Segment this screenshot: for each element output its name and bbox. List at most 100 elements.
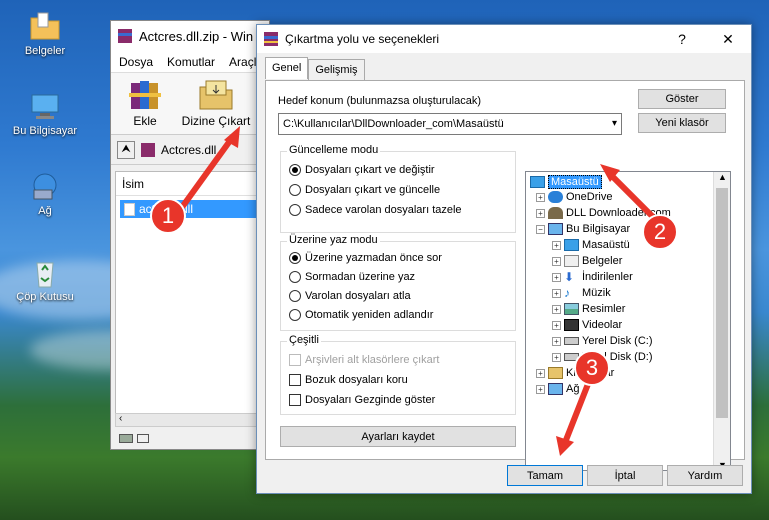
radio[interactable] bbox=[289, 204, 301, 216]
up-folder-icon[interactable]: ⮝ bbox=[117, 140, 135, 159]
expand-toggle[interactable]: + bbox=[552, 256, 561, 266]
archive-path[interactable]: Actcres.dll. bbox=[161, 143, 220, 157]
option-label: Sormadan üzerine yaz bbox=[305, 271, 416, 283]
tree-node-drive-c[interactable]: + Yerel Disk (C:) bbox=[552, 335, 653, 347]
tree-node-desktop-root[interactable]: Masaüstü bbox=[530, 175, 602, 189]
desktop-icon-recycle-bin[interactable]: Çöp Kutusu bbox=[10, 258, 80, 303]
expand-toggle[interactable]: + bbox=[552, 304, 561, 314]
file-list[interactable]: İsim actcres.dll bbox=[115, 171, 269, 415]
expand-toggle[interactable]: + bbox=[552, 320, 561, 330]
destination-combobox[interactable]: C:\Kullanıcılar\DllDownloader_com\Masaüs… bbox=[278, 113, 622, 135]
winrar-icon bbox=[264, 32, 278, 46]
checkbox[interactable] bbox=[289, 374, 301, 386]
desktop-icon-network[interactable]: Ağ bbox=[10, 172, 80, 217]
desktop-icon-documents[interactable]: Belgeler bbox=[10, 12, 80, 57]
option-label: Dosyaları Gezginde göster bbox=[305, 394, 436, 406]
show-button[interactable]: Göster bbox=[638, 89, 726, 109]
tree-node-music[interactable]: + ♪ Müzik bbox=[552, 287, 611, 299]
expand-toggle[interactable]: + bbox=[552, 352, 561, 362]
tree-node-downloads[interactable]: + ⬇ İndirilenler bbox=[552, 271, 633, 283]
expand-toggle[interactable]: − bbox=[536, 224, 545, 234]
tree-label: Yerel Disk (C:) bbox=[582, 335, 653, 347]
horizontal-scrollbar[interactable]: ‹ bbox=[115, 413, 269, 427]
tree-label: Müzik bbox=[582, 287, 611, 299]
expand-toggle[interactable]: + bbox=[552, 288, 561, 298]
tree-node-network[interactable]: + Ağ bbox=[536, 383, 579, 395]
drive-icon bbox=[119, 433, 133, 443]
ok-button[interactable]: Tamam bbox=[507, 465, 583, 486]
radio[interactable] bbox=[289, 309, 301, 321]
overwrite-option-rename[interactable]: Otomatik yeniden adlandır bbox=[289, 309, 433, 321]
update-option-replace[interactable]: Dosyaları çıkart ve değiştir bbox=[289, 164, 435, 176]
expand-toggle[interactable]: + bbox=[536, 384, 545, 394]
music-note-icon: ♪ bbox=[564, 286, 570, 300]
radio-selected[interactable] bbox=[289, 164, 301, 176]
tree-node-this-pc[interactable]: − Bu Bilgisayar bbox=[536, 223, 630, 235]
expand-toggle[interactable]: + bbox=[552, 240, 561, 250]
misc-group: Çeşitli Arşivleri alt klasörlere çıkart … bbox=[280, 334, 516, 415]
winrar-toolbar: Ekle Dizine Çıkart bbox=[111, 73, 269, 135]
dialog-tabs: Genel Gelişmiş bbox=[265, 57, 365, 80]
chevron-down-icon[interactable]: ▾ bbox=[612, 118, 617, 129]
expand-toggle[interactable]: + bbox=[536, 208, 545, 218]
checkbox[interactable] bbox=[289, 394, 301, 406]
dialog-titlebar[interactable]: Çıkartma yolu ve seçenekleri ? ✕ bbox=[257, 25, 751, 53]
archive-icon bbox=[141, 142, 155, 157]
update-option-update[interactable]: Dosyaları çıkart ve güncelle bbox=[289, 184, 440, 196]
tree-vertical-scrollbar[interactable]: ▲ ▼ bbox=[713, 172, 730, 470]
annotation-badge-1: 1 bbox=[150, 198, 186, 234]
tree-label: Masaüstü bbox=[548, 175, 602, 189]
tree-node-pc-desktop[interactable]: + Masaüstü bbox=[552, 239, 630, 251]
scroll-thumb[interactable] bbox=[716, 188, 728, 418]
scroll-up-icon[interactable]: ▲ bbox=[718, 172, 727, 182]
winrar-menu: Dosya Komutlar Araçlar bbox=[111, 51, 269, 73]
expand-toggle[interactable]: + bbox=[536, 192, 545, 202]
overwrite-option-ask[interactable]: Üzerine yazmadan önce sor bbox=[289, 252, 442, 264]
tree-node-documents[interactable]: + Belgeler bbox=[552, 255, 622, 267]
misc-option-keep-broken[interactable]: Bozuk dosyaları koru bbox=[289, 374, 408, 386]
pictures-icon bbox=[564, 303, 579, 315]
misc-option-subfolders: Arşivleri alt klasörlere çıkart bbox=[289, 354, 439, 366]
menu-commands[interactable]: Komutlar bbox=[167, 55, 215, 69]
tree-node-onedrive[interactable]: + OneDrive bbox=[536, 191, 612, 203]
expand-toggle[interactable]: + bbox=[552, 336, 561, 346]
option-label: Dosyaları çıkart ve güncelle bbox=[305, 184, 441, 196]
help-title-button[interactable]: ? bbox=[659, 25, 705, 53]
tree-label: OneDrive bbox=[566, 191, 613, 203]
close-button[interactable]: ✕ bbox=[705, 25, 751, 53]
expand-toggle[interactable]: + bbox=[552, 272, 561, 282]
radio-selected[interactable] bbox=[289, 252, 301, 264]
update-option-freshen[interactable]: Sadece varolan dosyaları tazele bbox=[289, 204, 462, 216]
desktop-icon-label: Bu Bilgisayar bbox=[12, 125, 78, 137]
add-button[interactable]: Ekle bbox=[119, 77, 171, 130]
radio[interactable] bbox=[289, 290, 301, 302]
tree-label: Belgeler bbox=[582, 255, 623, 267]
folder-tree[interactable]: Masaüstü + OneDrive + DLL Downloader.com −… bbox=[525, 171, 731, 471]
radio[interactable] bbox=[289, 271, 301, 283]
destination-label: Hedef konum (bulunmazsa oluşturulacak) bbox=[278, 95, 481, 107]
overwrite-option-skip[interactable]: Varolan dosyaları atla bbox=[289, 290, 411, 302]
menu-file[interactable]: Dosya bbox=[119, 55, 153, 69]
new-folder-button[interactable]: Yeni klasör bbox=[638, 113, 726, 133]
update-mode-group: Güncelleme modu Dosyaları çıkart ve deği… bbox=[280, 144, 516, 233]
tree-node-videos[interactable]: + Videolar bbox=[552, 319, 622, 331]
expand-toggle[interactable]: + bbox=[536, 368, 545, 378]
tab-general[interactable]: Genel bbox=[265, 57, 309, 79]
overwrite-mode-group: Üzerine yaz modu Üzerine yazmadan önce s… bbox=[280, 234, 516, 331]
help-button[interactable]: Yardım bbox=[667, 465, 743, 486]
winrar-titlebar[interactable]: Actcres.dll.zip - Win bbox=[111, 21, 269, 51]
desktop-icon-this-pc[interactable]: Bu Bilgisayar bbox=[10, 92, 80, 137]
extract-dialog: Çıkartma yolu ve seçenekleri ? ✕ Genel G… bbox=[256, 24, 752, 494]
extract-to-button[interactable]: Dizine Çıkart bbox=[181, 77, 251, 130]
file-row[interactable]: actcres.dll bbox=[120, 200, 264, 218]
radio[interactable] bbox=[289, 184, 301, 196]
tab-advanced[interactable]: Gelişmiş bbox=[308, 59, 365, 80]
desktop-folder-icon bbox=[530, 176, 545, 188]
column-name-header[interactable]: İsim bbox=[116, 172, 268, 196]
save-settings-button[interactable]: Ayarları kaydet bbox=[280, 426, 516, 447]
network-icon bbox=[548, 383, 563, 395]
tree-node-pictures[interactable]: + Resimler bbox=[552, 303, 625, 315]
cancel-button[interactable]: İptal bbox=[587, 465, 663, 486]
overwrite-option-without-prompt[interactable]: Sormadan üzerine yaz bbox=[289, 271, 415, 283]
misc-option-show-in-explorer[interactable]: Dosyaları Gezginde göster bbox=[289, 394, 435, 406]
